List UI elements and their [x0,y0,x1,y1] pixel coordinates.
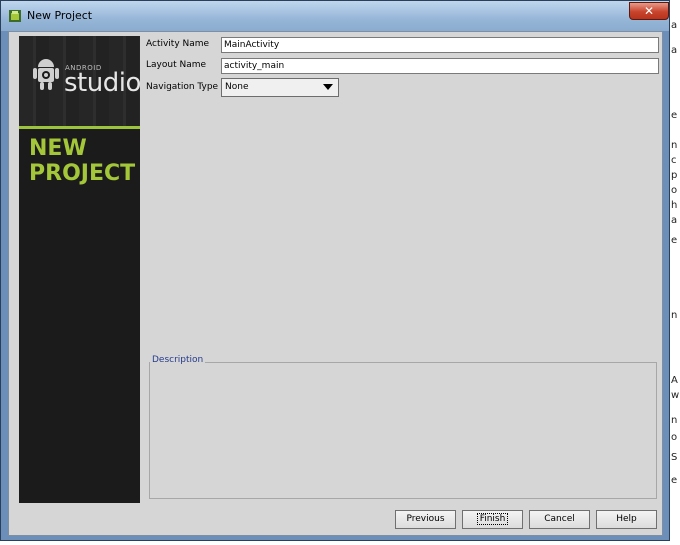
cancel-button[interactable]: Cancel [529,510,590,529]
banner-divider [19,126,140,129]
banner-heading: NEW PROJECT [29,136,135,186]
background-text-fragment: e [671,475,678,486]
activity-name-label: Activity Name [146,39,210,49]
layout-name-input[interactable] [221,58,659,74]
new-project-dialog: New Project ✕ ANDROID studio NEW PROJECT [0,0,670,541]
help-button[interactable]: Help [596,510,657,529]
background-page-fragment: aaencpohaenAwnoSe [670,0,680,545]
title-bar[interactable]: New Project ✕ [1,1,669,31]
android-robot-icon [33,59,59,90]
background-text-fragment: a [671,20,678,31]
description-panel [149,362,657,499]
finish-button-label: Finish [476,513,509,525]
navigation-type-dropdown[interactable]: None [221,78,339,97]
background-text-fragment: A [671,375,678,386]
finish-button[interactable]: Finish [462,510,523,529]
android-studio-app-icon [9,10,21,22]
background-text-fragment: e [671,235,678,246]
background-text-fragment: e [671,110,678,121]
background-text-fragment: a [671,45,678,56]
close-button[interactable]: ✕ [629,2,669,20]
navigation-type-label: Navigation Type [146,82,219,92]
background-text-fragment: p [671,170,678,181]
cancel-button-label: Cancel [544,514,575,524]
background-text-fragment: n [671,140,678,151]
banner-heading-line2: PROJECT [29,161,136,186]
background-text-fragment: a [671,215,678,226]
background-text-fragment: n [671,310,678,321]
background-text-fragment: o [671,185,678,196]
help-button-label: Help [616,514,637,524]
navigation-type-value: None [225,82,249,92]
previous-button[interactable]: Previous [395,510,456,529]
android-studio-banner: ANDROID studio NEW PROJECT [19,36,140,503]
background-text-fragment: S [671,452,678,463]
previous-button-label: Previous [406,514,445,524]
background-text-fragment: n [671,415,678,426]
background-text-fragment: c [671,155,677,166]
chevron-down-icon[interactable] [323,84,333,90]
window-title: New Project [27,9,93,22]
background-text-fragment: o [671,432,678,443]
layout-name-label: Layout Name [146,60,207,70]
background-text-fragment: w [671,390,680,401]
logo-title: studio [64,68,140,98]
dialog-content: ANDROID studio NEW PROJECT Activity Name… [8,31,663,536]
background-text-fragment: h [671,200,678,211]
description-legend: Description [150,355,206,365]
activity-name-input[interactable] [221,37,659,53]
banner-heading-line1: NEW [29,136,87,161]
